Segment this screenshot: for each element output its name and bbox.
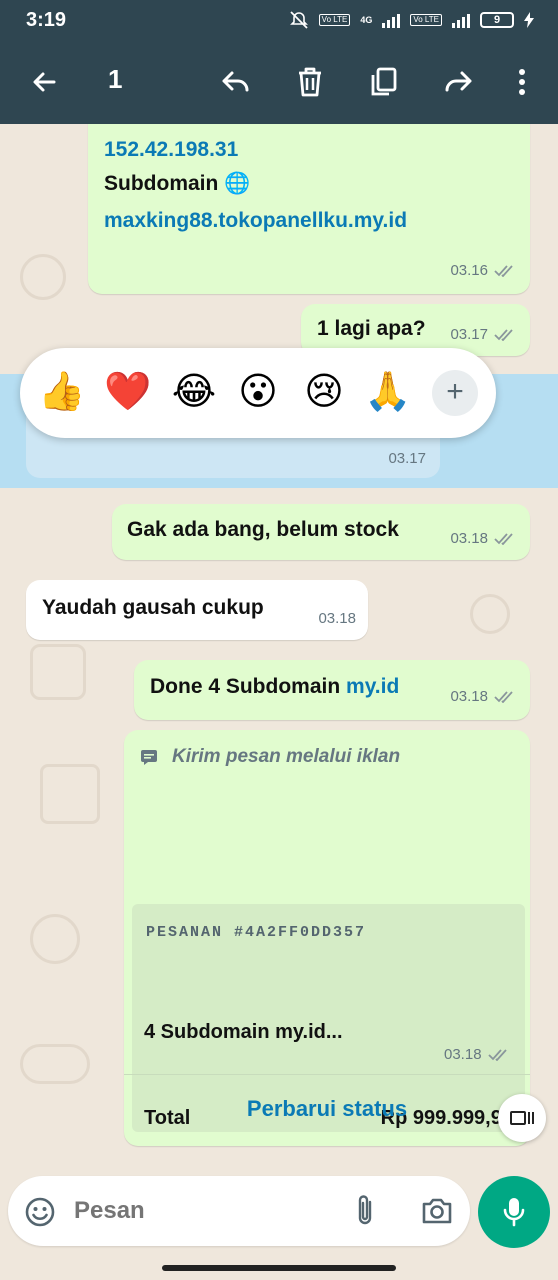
- back-arrow-icon: [33, 72, 56, 92]
- double-check-icon: [494, 532, 513, 545]
- signal-icon-2: [452, 12, 470, 28]
- more-vert-icon: [519, 69, 525, 95]
- volte-badge-2: Vo LTE: [410, 14, 442, 26]
- message-meta: 03.18: [450, 688, 516, 705]
- message-input[interactable]: [74, 1190, 334, 1232]
- divider: [124, 1074, 530, 1075]
- gesture-nav-bar[interactable]: [162, 1265, 396, 1271]
- attach-icon: [358, 1195, 372, 1225]
- reaction-thumbs-up[interactable]: 👍: [38, 368, 86, 416]
- message-input-bar: [8, 1176, 470, 1246]
- camera-icon: [422, 1198, 452, 1224]
- outgoing-message-bubble[interactable]: 152.42.198.31 Subdomain 🌐 maxking88.toko…: [88, 124, 530, 294]
- message-link[interactable]: my.id: [346, 675, 399, 698]
- reply-icon: [222, 71, 249, 92]
- reaction-surprised[interactable]: 😮: [234, 368, 282, 416]
- ad-message-header: Kirim pesan melalui iklan: [140, 746, 400, 768]
- status-time: 3:19: [26, 9, 67, 31]
- ip-link[interactable]: 152.42.198.31: [104, 138, 238, 162]
- signal-icon: [382, 12, 401, 28]
- video-pip-button[interactable]: [498, 1094, 546, 1142]
- reaction-pray[interactable]: 🙏: [364, 368, 412, 416]
- double-check-icon: [487, 1048, 507, 1061]
- outgoing-message-bubble[interactable]: Gak ada bang, belum stock 03.18: [112, 504, 530, 560]
- volte-badge: Vo LTE: [318, 14, 351, 26]
- attach-button[interactable]: [354, 1194, 376, 1233]
- more-reactions-button[interactable]: +: [432, 370, 478, 416]
- message-label: Subdomain 🌐: [104, 172, 251, 195]
- copy-icon: [371, 67, 397, 96]
- forward-button[interactable]: [436, 60, 480, 104]
- wallpaper-doodle: [30, 914, 80, 964]
- message-time: 03.16: [450, 262, 488, 279]
- selection-toolbar: 1: [0, 40, 558, 124]
- update-status-button[interactable]: Perbarui status: [124, 1096, 530, 1122]
- message-text: Gak ada bang, belum stock: [127, 518, 399, 541]
- incoming-message-bubble[interactable]: Yaudah gausah cukup 03.18: [26, 580, 368, 640]
- wallpaper-doodle: [20, 254, 66, 300]
- outgoing-message-bubble[interactable]: Done 4 Subdomain my.id 03.18: [134, 660, 530, 720]
- copy-button[interactable]: [362, 60, 406, 104]
- more-options-button[interactable]: [500, 60, 544, 104]
- message-meta: 03.18: [318, 610, 356, 627]
- selected-count: 1: [108, 64, 123, 94]
- wallpaper-doodle: [20, 1044, 90, 1084]
- message-text: Done 4 Subdomain my.id: [150, 675, 400, 698]
- battery-level: 9: [493, 14, 501, 26]
- domain-link[interactable]: maxking88.tokopanellku.my.id: [104, 209, 407, 233]
- message-time: 03.17: [388, 450, 426, 467]
- camera-button[interactable]: [420, 1196, 454, 1231]
- status-bar: 3:19 Vo LTE 4G Vo LTE 9: [0, 0, 558, 40]
- double-check-icon: [494, 264, 513, 277]
- message-meta: 03.17: [450, 326, 516, 343]
- emoji-button[interactable]: [24, 1196, 56, 1233]
- ad-message-label: Kirim pesan melalui iklan: [172, 746, 401, 767]
- delete-icon: [299, 67, 321, 97]
- reaction-heart[interactable]: ❤️: [104, 368, 152, 416]
- emoji-icon: [25, 1197, 55, 1227]
- message-time: 03.17: [450, 326, 488, 343]
- voice-message-button[interactable]: [478, 1176, 550, 1248]
- video-pip-icon: [510, 1111, 534, 1125]
- reply-button[interactable]: [214, 60, 258, 104]
- message-time: 03.18: [444, 1046, 482, 1063]
- message-time: 03.18: [450, 688, 488, 705]
- forward-icon: [445, 71, 472, 92]
- ad-message-icon: [141, 750, 157, 765]
- chat-area[interactable]: 152.42.198.31 Subdomain 🌐 maxking88.toko…: [0, 124, 558, 1166]
- double-check-icon: [494, 328, 513, 341]
- network-type: 4G: [360, 14, 373, 25]
- reaction-laugh[interactable]: 😂: [170, 368, 218, 416]
- message-text: 1 lagi apa?: [317, 317, 426, 340]
- battery-icon: 9: [480, 12, 514, 28]
- reaction-sad[interactable]: 😢: [300, 368, 348, 416]
- delete-button[interactable]: [288, 60, 332, 104]
- message-meta: 03.16: [450, 262, 516, 279]
- wallpaper-doodle: [30, 644, 86, 700]
- message-text: Yaudah gausah cukup: [42, 596, 264, 619]
- status-icons: Vo LTE 4G Vo LTE 9: [289, 10, 534, 30]
- wallpaper-doodle: [470, 594, 510, 634]
- message-meta: 03.17: [388, 450, 426, 467]
- reaction-bar: 👍 ❤️ 😂 😮 😢 🙏 +: [20, 348, 496, 438]
- wallpaper-doodle: [40, 764, 100, 824]
- globe-icon: 🌐: [224, 172, 251, 195]
- mute-notification-icon: [289, 11, 308, 29]
- mic-icon: [503, 1198, 525, 1227]
- message-time: 03.18: [318, 610, 356, 627]
- message-meta: 03.18: [450, 530, 516, 547]
- order-item: 4 Subdomain my.id...: [144, 1021, 343, 1043]
- back-button[interactable]: [22, 60, 66, 104]
- message-time: 03.18: [450, 530, 488, 547]
- charging-icon: [524, 12, 534, 28]
- double-check-icon: [494, 690, 513, 703]
- message-meta: 03.18: [444, 1046, 510, 1063]
- order-id: PESANAN #4A2FF0DD357: [146, 924, 367, 941]
